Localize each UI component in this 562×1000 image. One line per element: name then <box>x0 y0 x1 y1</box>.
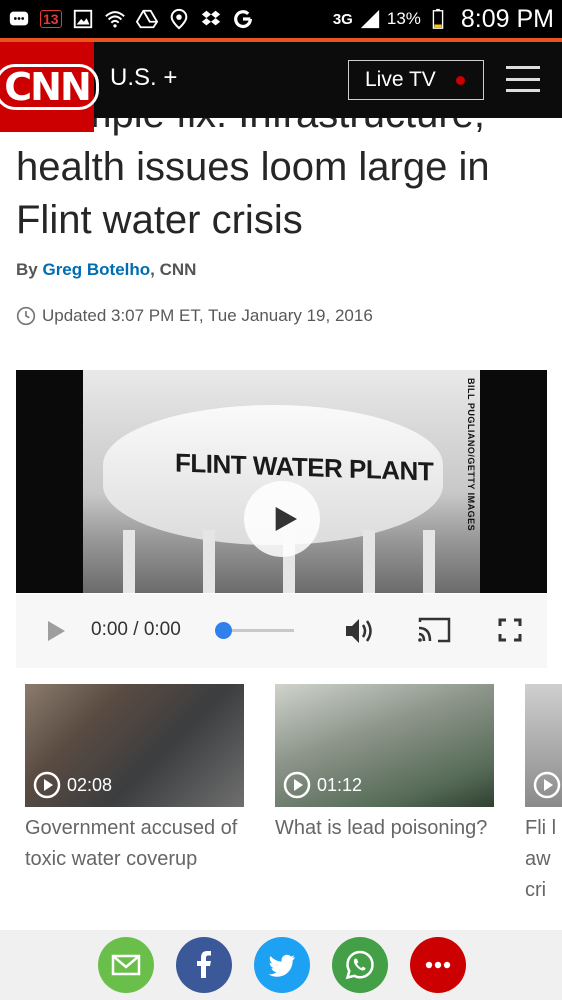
related-thumbnail: 02:08 <box>25 684 244 807</box>
time-display: 0:00 / 0:00 <box>91 619 181 640</box>
section-menu[interactable]: U.S. + <box>110 64 177 92</box>
cast-icon[interactable] <box>416 616 452 649</box>
network-type: 3G <box>332 10 353 28</box>
more-dots-icon <box>425 961 451 969</box>
gallery-icon <box>72 8 94 30</box>
notification-badge: 13 <box>40 10 62 28</box>
whatsapp-icon <box>345 950 374 980</box>
related-title: What is lead poisoning? <box>275 817 488 839</box>
share-facebook-button[interactable] <box>176 937 232 993</box>
byline-suffix: , CNN <box>150 260 197 279</box>
share-email-button[interactable] <box>98 937 154 993</box>
battery-icon <box>427 8 449 30</box>
live-dot-icon <box>456 76 465 85</box>
volume-icon[interactable] <box>344 616 376 651</box>
related-video-card[interactable]: Fli law cri <box>525 684 562 906</box>
share-twitter-button[interactable] <box>254 937 310 993</box>
related-thumbnail: 01:12 <box>275 684 494 807</box>
wifi-icon <box>104 8 126 30</box>
location-icon <box>168 8 190 30</box>
byline-prefix: By <box>16 260 43 279</box>
site-header: CNN U.S. + Live TV <box>0 42 562 132</box>
share-whatsapp-button[interactable] <box>332 937 388 993</box>
live-tv-label: Live TV <box>365 68 436 91</box>
twitter-icon <box>268 954 295 977</box>
google-icon <box>232 8 254 30</box>
video-duration: 02:08 <box>67 774 113 795</box>
live-tv-button[interactable]: Live TV <box>348 60 484 100</box>
updated-text: Updated 3:07 PM ET, Tue January 19, 2016 <box>42 306 373 325</box>
battery-percent: 13% <box>386 9 421 28</box>
share-bar <box>0 930 562 1000</box>
chat-icon <box>8 8 30 30</box>
play-circle-icon <box>533 771 561 799</box>
status-bar: 13 3G 13% 8:09 PM <box>0 0 562 38</box>
cnn-logo[interactable]: CNN <box>0 42 99 132</box>
fullscreen-icon[interactable] <box>498 618 522 647</box>
headline-line: health issues loom large in <box>16 145 490 189</box>
signal-icon <box>359 8 381 30</box>
author-link[interactable]: Greg Botelho <box>42 260 150 279</box>
headline-line: Flint water crisis <box>16 198 303 242</box>
hamburger-menu-icon[interactable] <box>506 66 540 92</box>
video-duration: 01:12 <box>317 774 363 795</box>
play-circle-icon <box>283 771 311 799</box>
share-more-button[interactable] <box>410 937 466 993</box>
related-video-card[interactable]: 01:12 What is lead poisoning? <box>275 684 494 844</box>
related-title: Government accused of toxic water coveru… <box>25 817 238 870</box>
play-button[interactable] <box>244 481 320 557</box>
progress-handle[interactable] <box>215 622 232 639</box>
video-controls: 0:00 / 0:00 <box>16 594 547 668</box>
progress-track[interactable] <box>222 629 294 632</box>
byline: By Greg Botelho, CNN <box>16 260 196 280</box>
related-title: Fli law cri <box>525 817 557 901</box>
updated-timestamp: Updated 3:07 PM ET, Tue January 19, 2016 <box>16 306 373 326</box>
play-icon <box>275 507 297 531</box>
dropbox-icon <box>200 8 222 30</box>
photo-credit: BILL PUGLIANO/GETTY IMAGES <box>466 378 476 532</box>
clock-icon <box>16 306 36 326</box>
related-thumbnail <box>525 684 562 807</box>
play-circle-icon <box>33 771 61 799</box>
related-video-card[interactable]: 02:08 Government accused of toxic water … <box>25 684 244 875</box>
drive-icon <box>135 8 158 30</box>
facebook-icon <box>197 951 211 978</box>
related-videos: 02:08 Government accused of toxic water … <box>0 684 562 914</box>
video-player[interactable]: FLINT WATER PLANT BILL PUGLIANO/GETTY IM… <box>16 370 547 593</box>
clock: 8:09 PM <box>460 4 554 33</box>
control-play-icon[interactable] <box>46 620 66 647</box>
email-icon <box>111 954 141 976</box>
